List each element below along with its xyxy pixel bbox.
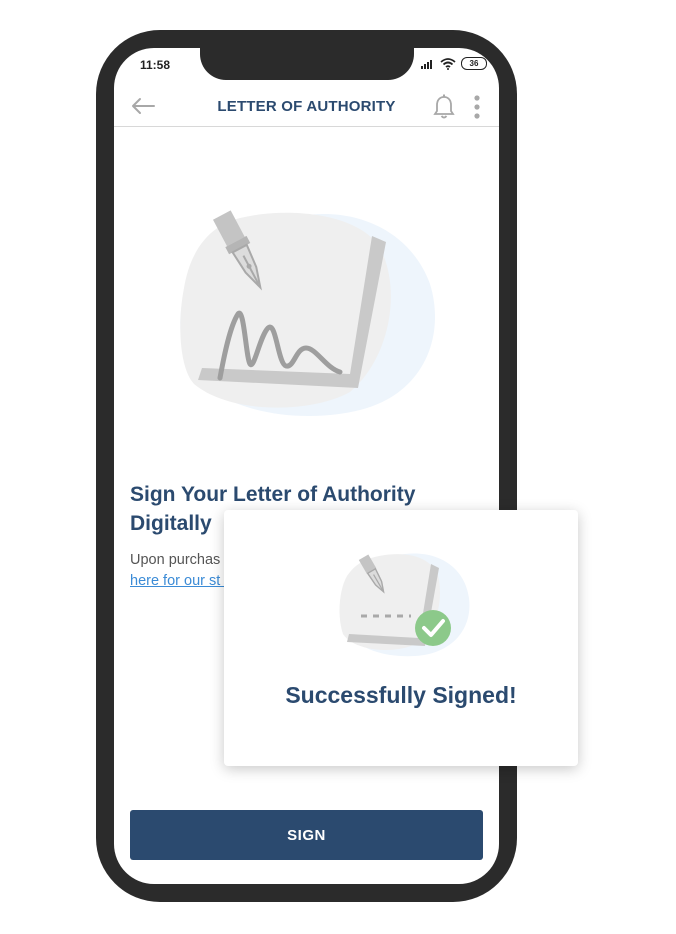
success-title: Successfully Signed! [285, 682, 517, 708]
more-options-icon[interactable] [472, 95, 482, 119]
battery-icon: 36 [461, 57, 487, 70]
bell-icon[interactable] [432, 94, 456, 120]
status-icons: 36 [421, 57, 487, 70]
signing-illustration [180, 210, 436, 416]
wifi-icon [440, 57, 456, 70]
success-dialog: Successfully Signed! [224, 510, 578, 766]
sign-button[interactable]: SIGN [130, 810, 483, 860]
app-header: LETTER OF AUTHORITY [114, 88, 499, 127]
signal-icon [421, 60, 432, 69]
phone-notch [200, 48, 414, 80]
signed-success-illustration [339, 553, 470, 657]
status-time: 11:58 [140, 58, 171, 72]
